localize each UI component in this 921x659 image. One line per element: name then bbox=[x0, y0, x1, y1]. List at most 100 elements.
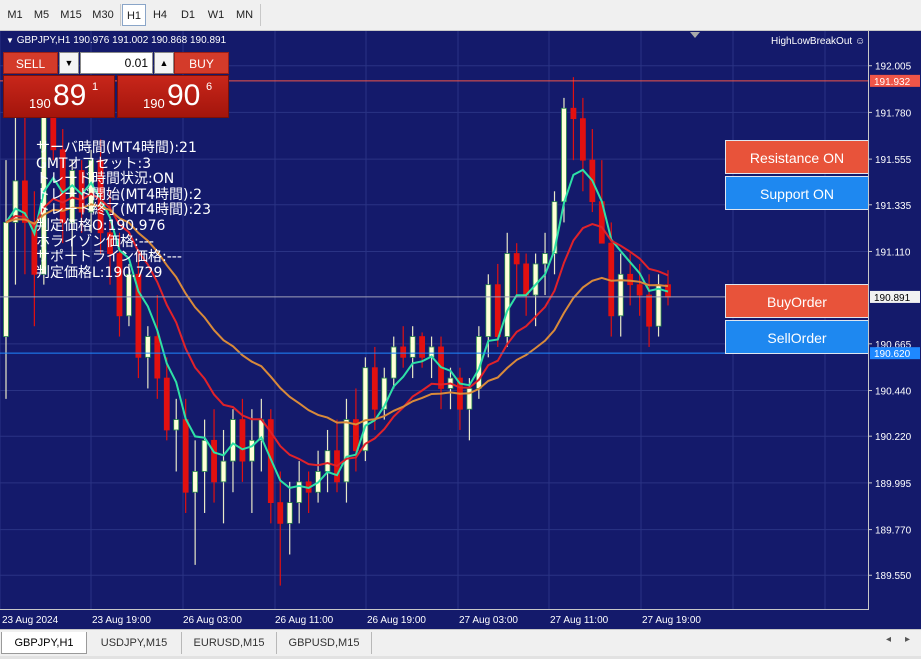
info-line: ホライゾン価格:--- bbox=[36, 233, 154, 250]
info-line: GMTオフセット:3 bbox=[36, 155, 152, 172]
candle-body bbox=[239, 419, 246, 462]
candle-body bbox=[513, 253, 520, 265]
candle-body bbox=[494, 284, 501, 337]
time-tick-label: 26 Aug 11:00 bbox=[275, 615, 334, 626]
lot-increase-button[interactable]: ▲ bbox=[154, 52, 174, 74]
candle-body bbox=[277, 502, 284, 524]
buy-button[interactable]: BUY bbox=[174, 52, 229, 74]
time-axis[interactable]: 23 Aug 2024 23 Aug 19:00 26 Aug 03:00 26 Au… bbox=[0, 610, 921, 629]
tab-scroll-right-icon[interactable]: ▸ bbox=[905, 634, 910, 645]
price-tick-label: 189.770 bbox=[875, 526, 912, 537]
sell-order-button[interactable]: SellOrder bbox=[725, 320, 868, 354]
tab-gbpjpy-h1[interactable]: GBPJPY,H1 bbox=[1, 632, 87, 654]
chart-header: ▼ GBPJPY,H1 190.976 191.002 190.868 190.… bbox=[6, 35, 226, 46]
candle-body bbox=[371, 367, 378, 410]
price-tick-label: 191.110 bbox=[875, 247, 911, 258]
price-tick-label: 191.555 bbox=[875, 155, 912, 166]
candle-body bbox=[636, 284, 643, 296]
time-tick-label: 27 Aug 11:00 bbox=[550, 615, 609, 626]
candle-body bbox=[286, 502, 293, 524]
candle-body bbox=[343, 419, 350, 483]
scroll-marker-icon bbox=[690, 32, 700, 38]
candle-body bbox=[542, 253, 548, 265]
price-tick-label: 192.005 bbox=[875, 62, 912, 73]
tab-gbpusd-m15[interactable]: GBPUSD,M15 bbox=[277, 632, 372, 654]
candle-body bbox=[144, 336, 151, 358]
resistance-label-text: 191.932 bbox=[874, 77, 911, 88]
candle-body bbox=[154, 336, 161, 379]
indicator-label: HighLowBreakOut ☺ bbox=[771, 36, 865, 47]
info-line: サポートライン価格:--- bbox=[36, 249, 182, 266]
chart-plot-area[interactable]: ▼ GBPJPY,H1 190.976 191.002 190.868 190.… bbox=[0, 31, 869, 610]
candle-body bbox=[230, 419, 236, 462]
candle-body bbox=[182, 419, 189, 493]
toolbar-separator bbox=[120, 4, 121, 26]
candle-body bbox=[211, 439, 217, 483]
timeframe-m15[interactable]: M15 bbox=[55, 4, 87, 26]
toolbar-separator bbox=[260, 4, 261, 26]
tab-scroll-left-icon[interactable]: ◂ bbox=[886, 634, 891, 645]
sell-price-prefix: 190 bbox=[29, 96, 51, 111]
buy-price-main: 90 bbox=[167, 79, 201, 112]
buy-price-pip: 6 bbox=[206, 81, 213, 93]
candle-body bbox=[523, 263, 530, 296]
candle-body bbox=[627, 273, 634, 286]
time-tick-label: 26 Aug 19:00 bbox=[367, 615, 426, 626]
smiley-icon: ☺ bbox=[854, 36, 866, 47]
tab-usdjpy-m15[interactable]: USDJPY,M15 bbox=[87, 632, 182, 654]
current-label-text: 190.891 bbox=[874, 293, 911, 304]
support-toggle-button[interactable]: Support ON bbox=[725, 176, 868, 210]
price-axis[interactable]: 192.005 191.780 191.555 191.335 191.110 190.6… bbox=[869, 31, 921, 610]
buy-price-prefix: 190 bbox=[143, 96, 165, 111]
chart-header-icon: ▼ bbox=[6, 36, 14, 45]
candle-body bbox=[163, 377, 170, 431]
lot-size-input[interactable]: 0.01 bbox=[80, 52, 153, 74]
info-line: サーバ時間(MT4時間):21 bbox=[36, 140, 197, 156]
mt4-window: M1 M5 M15 M30 H1 H4 D1 W1 MN ▼ GBPJPY,H1 190.976… bbox=[0, 0, 921, 659]
candle-body bbox=[400, 346, 407, 358]
candle-body bbox=[201, 439, 208, 472]
one-click-trading-panel: SELL ▼ 0.01 ▲ BUY 190 89 1 190 90 6 bbox=[3, 52, 229, 118]
candle-body bbox=[409, 336, 416, 358]
price-tick-label: 191.780 bbox=[875, 108, 912, 119]
time-tick-label: 27 Aug 03:00 bbox=[459, 615, 518, 626]
timeframe-m30[interactable]: M30 bbox=[87, 4, 119, 26]
candle-body bbox=[419, 336, 426, 358]
buy-order-button[interactable]: BuyOrder bbox=[725, 284, 868, 318]
timeframe-h1[interactable]: H1 bbox=[122, 4, 146, 26]
chart-window: ▼ GBPJPY,H1 190.976 191.002 190.868 190.… bbox=[0, 31, 921, 629]
sell-price-pip: 1 bbox=[92, 81, 99, 93]
price-tick-label: 189.995 bbox=[875, 479, 912, 490]
sell-price-main: 89 bbox=[53, 79, 87, 112]
candle-body bbox=[485, 284, 492, 337]
support-label-text: 190.620 bbox=[874, 349, 911, 360]
lot-decrease-button[interactable]: ▼ bbox=[59, 52, 79, 74]
price-tick-label: 190.220 bbox=[875, 432, 912, 443]
timeframe-m5[interactable]: M5 bbox=[28, 4, 55, 26]
tab-eurusd-m15[interactable]: EURUSD,M15 bbox=[182, 632, 277, 654]
candle-body bbox=[655, 284, 662, 327]
candle-body bbox=[504, 253, 511, 337]
resistance-toggle-button[interactable]: Resistance ON bbox=[725, 140, 868, 174]
time-tick-label: 23 Aug 19:00 bbox=[92, 615, 151, 626]
timeframe-mn[interactable]: MN bbox=[230, 4, 259, 26]
candle-body bbox=[579, 118, 586, 161]
timeframe-d1[interactable]: D1 bbox=[174, 4, 202, 26]
candle-body bbox=[561, 107, 567, 203]
chart-tabs-bar: ◂ ▸ GBPJPY,H1 USDJPY,M15 EURUSD,M15 GBPUSD,… bbox=[0, 629, 921, 659]
candle-body bbox=[3, 222, 9, 337]
candle-body bbox=[324, 450, 331, 472]
timeframe-h4[interactable]: H4 bbox=[146, 4, 174, 26]
time-tick-label: 23 Aug 2024 bbox=[2, 615, 59, 626]
candle-body bbox=[220, 460, 227, 483]
candle-body bbox=[192, 471, 199, 493]
timeframe-w1[interactable]: W1 bbox=[202, 4, 230, 26]
price-tick-label: 191.335 bbox=[875, 201, 912, 212]
timeframe-m1[interactable]: M1 bbox=[2, 4, 28, 26]
time-tick-label: 27 Aug 19:00 bbox=[642, 615, 701, 626]
sell-price-box[interactable]: 190 89 1 bbox=[3, 75, 115, 118]
time-tick-label: 26 Aug 03:00 bbox=[183, 615, 242, 626]
candle-body bbox=[646, 294, 652, 327]
buy-price-box[interactable]: 190 90 6 bbox=[117, 75, 229, 118]
sell-button[interactable]: SELL bbox=[3, 52, 58, 74]
